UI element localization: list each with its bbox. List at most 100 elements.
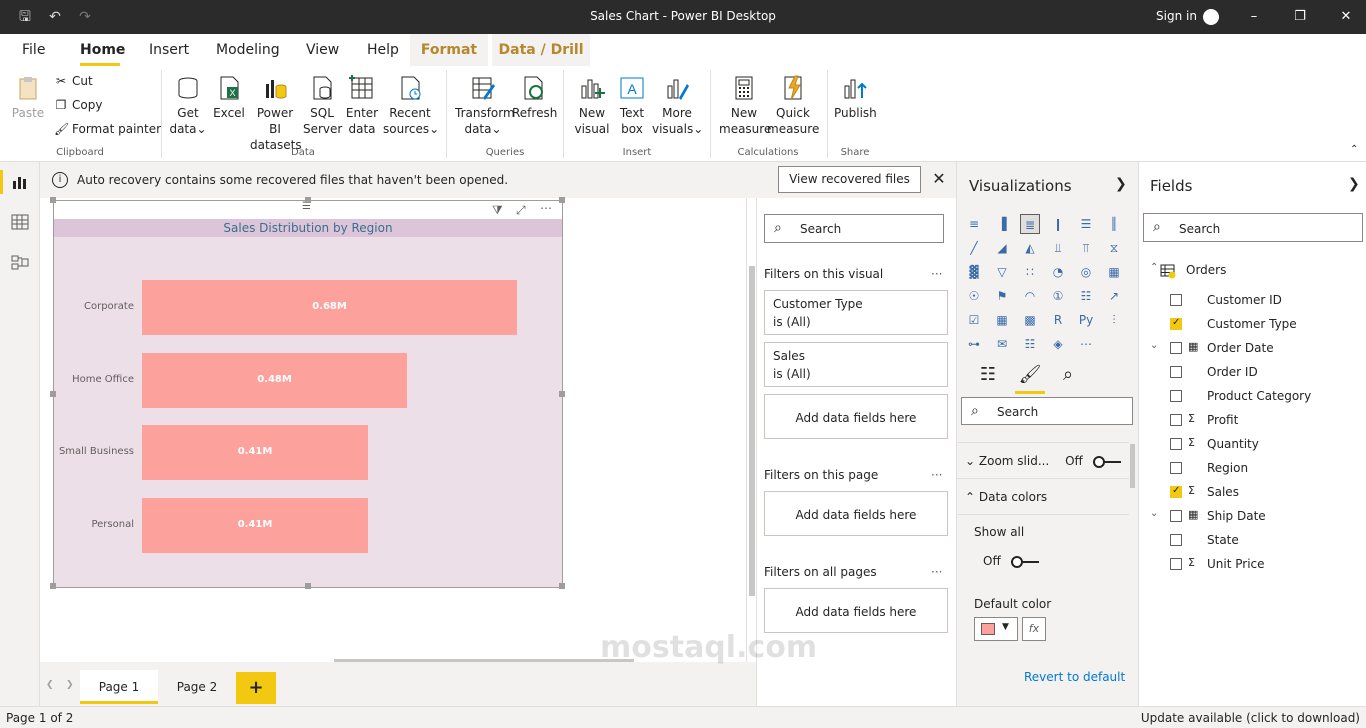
format-paint-roller-icon[interactable]: 🖌 — [1018, 363, 1042, 387]
stacked-column-icon[interactable]: ▐ — [992, 214, 1012, 234]
r-visual-icon[interactable]: R — [1048, 310, 1068, 330]
show-all-toggle[interactable] — [1010, 555, 1039, 568]
format-search-input[interactable]: ⌕ Search — [961, 397, 1133, 425]
sql-server-button[interactable]: SQL Server — [303, 74, 342, 137]
bar[interactable]: 0.48M — [142, 352, 407, 408]
chevron-up-icon[interactable]: ⌃ — [1150, 262, 1158, 273]
update-available-link[interactable]: Update available (click to download) — [1141, 711, 1360, 725]
scrollbar-thumb[interactable] — [749, 266, 755, 596]
matrix-icon[interactable]: ▩ — [1020, 310, 1040, 330]
clustered-column-icon[interactable]: ❙ — [1048, 214, 1068, 234]
resize-handle[interactable] — [50, 197, 56, 203]
arcgis-icon[interactable]: ◈ — [1048, 334, 1068, 354]
report-view-icon[interactable] — [11, 173, 29, 191]
quick-measure-button[interactable]: Quick measure — [767, 74, 819, 137]
filter-icon[interactable]: ⧩ — [492, 203, 503, 218]
card-icon[interactable]: ① — [1048, 286, 1068, 306]
percent-bar-icon[interactable]: ☰ — [1076, 214, 1096, 234]
bar-chart-visual[interactable]: ☰ ⧩ ⤢ ⋯ Sales Distribution by Region Cor… — [50, 197, 565, 589]
show-all-toggle-row[interactable]: Off — [983, 554, 1039, 568]
resize-handle[interactable] — [559, 583, 565, 589]
field-checkbox[interactable] — [1170, 438, 1182, 450]
field-item[interactable]: Σ Unit Price — [1139, 554, 1366, 576]
page-tab-2[interactable]: Page 2 — [158, 670, 236, 704]
page-tab-1[interactable]: Page 1 — [80, 670, 158, 704]
bar[interactable]: 0.68M — [142, 280, 517, 335]
line-stacked-column-icon[interactable]: ⫪ — [1076, 238, 1096, 258]
sign-in-link[interactable]: Sign in — [1156, 9, 1197, 23]
tab-file[interactable]: File — [22, 42, 45, 58]
close-window-icon[interactable]: ✕ — [1338, 9, 1354, 25]
resize-handle[interactable] — [559, 197, 565, 203]
next-page-icon[interactable]: ❯ — [66, 680, 74, 690]
focus-mode-icon[interactable]: ⤢ — [516, 203, 526, 218]
model-view-icon[interactable] — [11, 253, 29, 271]
scatter-icon[interactable]: ∷ — [1020, 262, 1040, 282]
format-painter-button[interactable]: 🖌 Format painter — [54, 122, 161, 136]
field-checkbox[interactable] — [1170, 558, 1182, 570]
field-item[interactable]: Σ Sales — [1139, 482, 1366, 504]
field-item[interactable]: ⌄ ▦ Order Date — [1139, 338, 1366, 360]
view-recovered-files-button[interactable]: View recovered files — [778, 166, 921, 193]
field-checkbox[interactable] — [1170, 485, 1182, 498]
zoom-slider-row[interactable]: ⌄ Zoom slid... Off — [965, 454, 1121, 468]
new-measure-button[interactable]: New measure — [719, 74, 771, 137]
avatar[interactable] — [1203, 9, 1219, 25]
paste-button[interactable]: Paste — [8, 74, 48, 121]
field-checkbox[interactable] — [1170, 366, 1182, 378]
enter-data-button[interactable]: Enter data — [344, 74, 380, 137]
canvas-vertical-scrollbar[interactable] — [746, 198, 756, 662]
more-options-icon[interactable]: ··· — [931, 267, 942, 281]
multi-row-card-icon[interactable]: ☷ — [1076, 286, 1096, 306]
clustered-bar-icon[interactable]: ≣ — [1020, 214, 1040, 234]
maximize-icon[interactable]: ❐ — [1292, 9, 1308, 25]
close-icon[interactable]: ✕ — [930, 170, 948, 188]
recent-sources-button[interactable]: Recent sources⌄ — [383, 74, 439, 137]
slicer-icon[interactable]: ☑ — [964, 310, 984, 330]
add-data-fields-page[interactable]: Add data fields here — [764, 491, 948, 536]
field-checkbox[interactable] — [1170, 462, 1182, 474]
field-checkbox[interactable] — [1170, 317, 1182, 330]
collapse-ribbon-icon[interactable]: ⌃ — [1350, 144, 1358, 155]
analytics-magnifier-icon[interactable]: ⌕ — [1056, 363, 1080, 387]
chevron-down-icon[interactable]: ⌄ — [1150, 508, 1158, 519]
field-item[interactable]: Order ID — [1139, 362, 1366, 384]
field-item[interactable]: ⌄ ▦ Ship Date — [1139, 506, 1366, 528]
percent-column-icon[interactable]: ║ — [1104, 214, 1124, 234]
python-visual-icon[interactable]: Py — [1076, 310, 1096, 330]
filled-map-icon[interactable]: ⚑ — [992, 286, 1012, 306]
waterfall-icon[interactable]: ▓ — [964, 262, 984, 282]
minimize-icon[interactable]: – — [1246, 9, 1262, 25]
publish-button[interactable]: Publish — [834, 74, 877, 121]
chevron-down-icon[interactable]: ⌄ — [1150, 340, 1158, 351]
tab-format[interactable]: Format — [410, 34, 488, 66]
resize-handle[interactable] — [50, 583, 56, 589]
more-visuals-button[interactable]: More visuals⌄ — [652, 74, 703, 137]
more-options-icon[interactable]: ⋯ — [540, 201, 552, 215]
smart-narrative-icon[interactable]: ☷ — [1020, 334, 1040, 354]
format-pane-scrollbar[interactable] — [1130, 444, 1135, 488]
zoom-slider-toggle[interactable] — [1092, 455, 1121, 468]
text-box-button[interactable]: A Text box — [614, 74, 650, 137]
new-visual-button[interactable]: New visual — [573, 74, 611, 137]
more-options-icon[interactable]: ··· — [931, 468, 942, 482]
resize-handle[interactable] — [559, 391, 565, 397]
stacked-area-icon[interactable]: ◭ — [1020, 238, 1040, 258]
refresh-button[interactable]: Refresh — [512, 74, 557, 121]
pie-chart-icon[interactable]: ◔ — [1048, 262, 1068, 282]
get-data-button[interactable]: Get data⌄ — [168, 74, 208, 137]
filters-search-input[interactable]: ⌕ Search — [764, 214, 944, 243]
field-item[interactable]: Region — [1139, 458, 1366, 480]
default-color-picker[interactable]: ▼ — [974, 617, 1018, 641]
field-item[interactable]: Σ Profit — [1139, 410, 1366, 432]
funnel-icon[interactable]: ▽ — [992, 262, 1012, 282]
field-item[interactable]: State — [1139, 530, 1366, 552]
gauge-icon[interactable]: ◠ — [1020, 286, 1040, 306]
power-bi-datasets-button[interactable]: Power BI datasets — [250, 74, 302, 153]
decomposition-tree-icon[interactable]: ⊶ — [964, 334, 984, 354]
tab-home[interactable]: Home — [80, 42, 125, 58]
field-checkbox[interactable] — [1170, 294, 1182, 306]
field-item[interactable]: Σ Quantity — [1139, 434, 1366, 456]
line-chart-icon[interactable]: ╱ — [964, 238, 984, 258]
donut-chart-icon[interactable]: ◎ — [1076, 262, 1096, 282]
